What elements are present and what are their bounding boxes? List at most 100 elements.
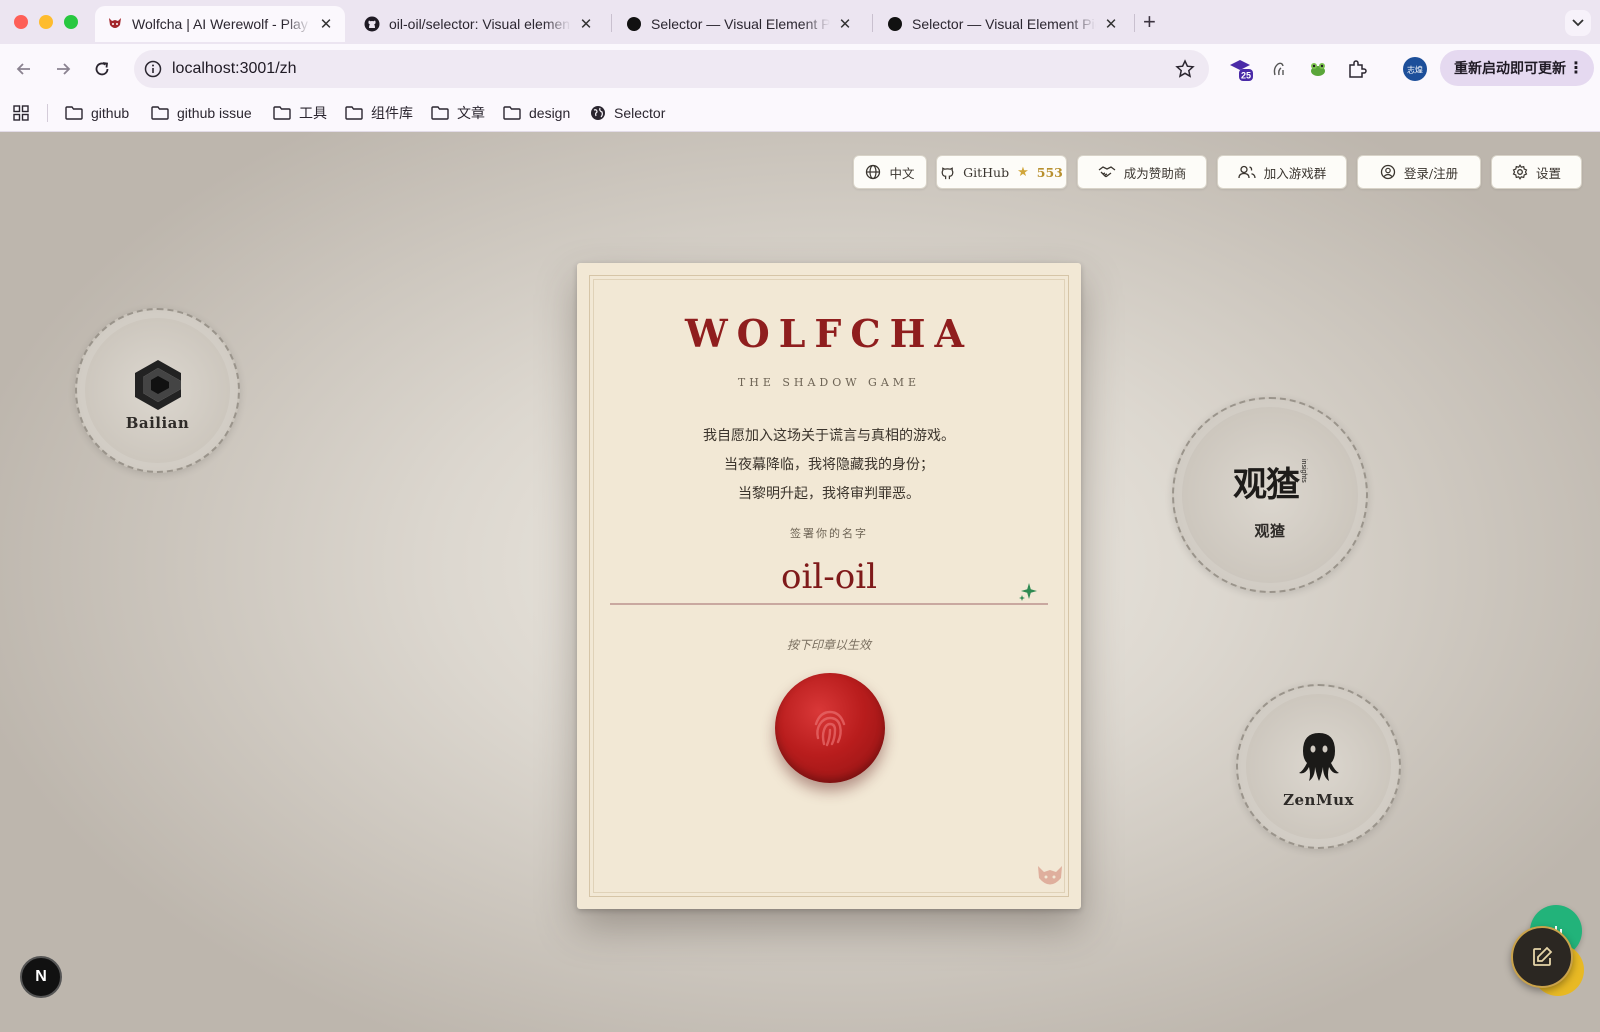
bookmark-design[interactable]: design [503, 102, 570, 124]
github-icon [941, 166, 954, 179]
github-favicon-icon [364, 16, 380, 32]
globe-icon [866, 164, 881, 180]
extensions-puzzle-icon[interactable] [1344, 56, 1370, 82]
tab-close-icon[interactable]: ✕ [577, 15, 595, 33]
login-label: 登录/注册 [1403, 165, 1459, 181]
tab-wolfcha[interactable]: Wolfcha | AI Werewolf - Play W ✕ [95, 6, 345, 42]
site-info-icon[interactable] [144, 60, 162, 83]
guancha-logo-sub: insights [1300, 459, 1307, 483]
extension-script-icon[interactable] [1266, 56, 1292, 82]
gear-icon [1512, 164, 1528, 180]
github-star-button[interactable]: GitHub ★ 553 [936, 155, 1067, 189]
bookmark-github-issue[interactable]: github issue [151, 102, 252, 124]
tab-title: Wolfcha | AI Werewolf - Play W [132, 16, 311, 32]
window-maximize-button[interactable] [64, 15, 78, 29]
bookmarks-bar: github github issue 工具 组件库 文章 design Sel… [0, 94, 1600, 132]
sponsor-guancha[interactable]: 观猹 insights 观猹 [1172, 397, 1368, 593]
star-icon: ★ [1017, 164, 1029, 180]
bookmark-selector[interactable]: Selector [590, 102, 665, 124]
join-label: 加入游戏群 [1263, 165, 1327, 181]
sponsor-name: 观猹 [1254, 522, 1286, 540]
page-content: 中文 GitHub ★ 553 成为赞助商 加入游戏群 登录/注册 设置 Bai… [0, 132, 1600, 1032]
github-label: GitHub [963, 164, 1010, 180]
bookmark-label: 工具 [299, 105, 327, 121]
card-title: WOLFCHA [684, 311, 974, 356]
tab-close-icon[interactable]: ✕ [836, 15, 854, 33]
tab-title: oil-oil/selector: Visual elemen [389, 16, 571, 32]
handshake-icon [1098, 166, 1116, 178]
tab-github-selector[interactable]: oil-oil/selector: Visual elemen ✕ [352, 6, 605, 42]
nextjs-dev-badge[interactable]: N [20, 956, 62, 998]
extension-graduation-icon[interactable]: 25 [1228, 56, 1254, 82]
address-bar[interactable]: localhost:3001/zh [134, 50, 1209, 88]
bookmark-github[interactable]: github [65, 102, 129, 124]
window-minimize-button[interactable] [39, 15, 53, 29]
dot-favicon-icon [626, 16, 642, 32]
seal-hint: 按下印章以生效 [786, 638, 871, 652]
octopus-icon [1298, 732, 1339, 781]
bookmark-articles[interactable]: 文章 [431, 102, 485, 124]
bookmark-tools[interactable]: 工具 [273, 102, 327, 124]
wax-seal-button[interactable] [775, 673, 885, 783]
users-icon [1238, 165, 1256, 179]
guancha-logo-text: 观猹 [1233, 465, 1300, 505]
dot-favicon-icon [887, 16, 903, 32]
oath-line: 当夜幕降临，我将隐藏我的身份； [724, 457, 934, 473]
tab-bar: Wolfcha | AI Werewolf - Play W ✕ oil-oil… [0, 0, 1600, 44]
sponsor-name: ZenMux [1283, 790, 1354, 809]
tab-close-icon[interactable]: ✕ [317, 15, 335, 33]
feedback-edit-button[interactable] [1511, 926, 1573, 988]
extension-badge-count: 25 [1241, 71, 1251, 81]
tab-close-icon[interactable]: ✕ [1102, 15, 1120, 33]
bookmark-label: github issue [177, 105, 252, 121]
update-label: 重新启动即可更新 [1454, 60, 1566, 76]
tab-title: Selector — Visual Element Pic [651, 16, 830, 32]
apps-grid-icon[interactable] [13, 102, 37, 124]
reload-button[interactable] [89, 56, 115, 82]
bookmark-components[interactable]: 组件库 [345, 102, 413, 124]
sponsor-label: 成为赞助商 [1123, 165, 1187, 181]
settings-label: 设置 [1535, 165, 1561, 181]
profile-avatar[interactable]: 志煌 [1402, 56, 1428, 82]
card-tagline: THE SHADOW GAME [737, 376, 921, 389]
bookmark-label: design [529, 105, 571, 121]
sponsor-zenmux[interactable]: ZenMux [1236, 684, 1401, 849]
folder-icon [65, 106, 83, 120]
sign-name-label: 签署你的名字 [790, 527, 868, 540]
bookmark-label: 组件库 [371, 105, 413, 121]
tab-selector-1[interactable]: Selector — Visual Element Pic ✕ [614, 6, 864, 42]
join-group-button[interactable]: 加入游戏群 [1217, 155, 1347, 189]
window-close-button[interactable] [14, 15, 28, 29]
edit-icon [1533, 946, 1553, 966]
folder-icon [431, 106, 449, 120]
player-name-input[interactable] [610, 550, 1048, 605]
oath-line: 我自愿加入这场关于谎言与真相的游戏。 [703, 428, 955, 444]
browser-toolbar: localhost:3001/zh 25 志煌 重新启动即可更新 ⋮ [0, 44, 1600, 94]
settings-button[interactable]: 设置 [1491, 155, 1582, 189]
bailian-logo-icon [134, 359, 181, 410]
sponsor-name: Bailian [125, 413, 190, 432]
folder-icon [503, 106, 521, 120]
bookmark-star-icon[interactable] [1175, 59, 1195, 84]
login-register-button[interactable]: 登录/注册 [1357, 155, 1481, 189]
new-tab-button[interactable]: + [1143, 9, 1156, 35]
forward-button[interactable] [50, 56, 76, 82]
become-sponsor-button[interactable]: 成为赞助商 [1077, 155, 1207, 189]
more-menu-icon[interactable]: ⋮ [1568, 58, 1584, 78]
bookmark-label: github [91, 105, 130, 121]
tab-selector-2[interactable]: Selector — Visual Element Pic ✕ [875, 6, 1130, 42]
folder-icon [273, 106, 291, 120]
extension-frog-icon[interactable] [1305, 56, 1331, 82]
language-button[interactable]: 中文 [853, 155, 927, 189]
nextjs-badge-letter: N [35, 968, 47, 985]
random-name-sparkle-icon[interactable] [1017, 581, 1039, 608]
fingerprint-icon [814, 710, 846, 747]
profile-avatar-text: 志煌 [1407, 65, 1423, 75]
relaunch-update-button[interactable]: 重新启动即可更新 ⋮ [1440, 50, 1594, 86]
sponsor-bailian[interactable]: Bailian [75, 308, 240, 473]
globe-icon [591, 106, 605, 120]
oath-card: WOLFCHA THE SHADOW GAME 我自愿加入这场关于谎言与真相的游… [577, 263, 1081, 909]
folder-icon [345, 106, 363, 120]
tab-search-button[interactable] [1565, 10, 1591, 36]
back-button[interactable] [11, 56, 37, 82]
